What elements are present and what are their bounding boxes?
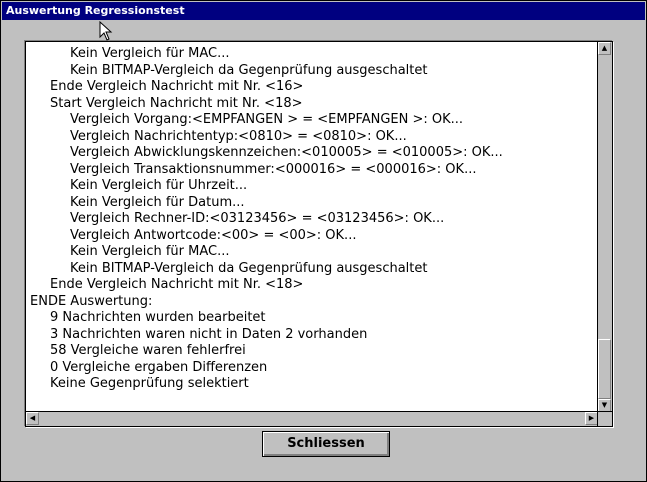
- log-line: Vergleich Nachrichtentyp:<0810> = <0810>…: [70, 128, 407, 144]
- vertical-scroll-thumb[interactable]: [598, 339, 611, 399]
- report-window: Auswertung Regressionstest Kein Vergleic…: [0, 0, 647, 482]
- arrow-left-icon[interactable]: ◀: [26, 412, 39, 425]
- log-line: Kein BITMAP-Vergleich da Gegenprüfung au…: [70, 62, 428, 78]
- log-line: 9 Nachrichten wurden bearbeitet: [50, 310, 266, 325]
- log-line: Ende Vergleich Nachricht mit Nr. <18>: [50, 277, 304, 292]
- dialog-client-area: Kein Vergleich für MAC... Kein BITMAP-Ver…: [2, 20, 645, 481]
- log-line: ENDE Auswertung:: [30, 293, 153, 309]
- report-lines: Kein Vergleich für MAC... Kein BITMAP-Ver…: [26, 42, 598, 412]
- log-line: Vergleich Rechner-ID:<03123456> = <03123…: [70, 211, 445, 226]
- log-line: Vergleich Vorgang:<EMPFANGEN > = <EMPFAN…: [70, 112, 464, 127]
- log-line: 0 Vergleiche ergaben Differenzen: [50, 359, 268, 375]
- close-button[interactable]: Schliessen: [262, 431, 390, 457]
- log-line: 58 Vergleiche waren fehlerfrei: [50, 343, 246, 358]
- log-line: Kein Vergleich für Uhrzeit...: [70, 178, 248, 193]
- log-line: Kein Vergleich für MAC...: [70, 244, 230, 259]
- log-line: 3 Nachrichten waren nicht in Daten 2 vor…: [50, 326, 368, 342]
- window-title: Auswertung Regressionstest: [2, 2, 645, 20]
- log-line: Vergleich Transaktionsnummer:<000016> = …: [70, 161, 477, 177]
- log-line: Kein BITMAP-Vergleich da Gegenprüfung au…: [70, 260, 428, 276]
- report-listbox[interactable]: Kein Vergleich für MAC... Kein BITMAP-Ver…: [25, 41, 613, 427]
- log-line: Vergleich Abwicklungskennzeichen:<010005…: [70, 145, 503, 160]
- horizontal-scrollbar[interactable]: ◀ ▶: [26, 411, 598, 426]
- log-line: Kein Vergleich für Datum...: [70, 194, 245, 210]
- log-line: Keine Gegenprüfung selektiert: [50, 376, 249, 391]
- log-line: Ende Vergleich Nachricht mit Nr. <16>: [50, 79, 304, 94]
- scrollbar-corner: [597, 411, 612, 426]
- mouse-pointer-icon: [99, 21, 113, 41]
- vertical-scrollbar[interactable]: ▲ ▼: [597, 42, 612, 412]
- log-line: Start Vergleich Nachricht mit Nr. <18>: [50, 95, 303, 111]
- log-line: Vergleich Antwortcode:<00> = <00>: OK...: [70, 227, 357, 243]
- arrow-up-icon[interactable]: ▲: [598, 42, 611, 55]
- log-line: Kein Vergleich für MAC...: [70, 46, 230, 61]
